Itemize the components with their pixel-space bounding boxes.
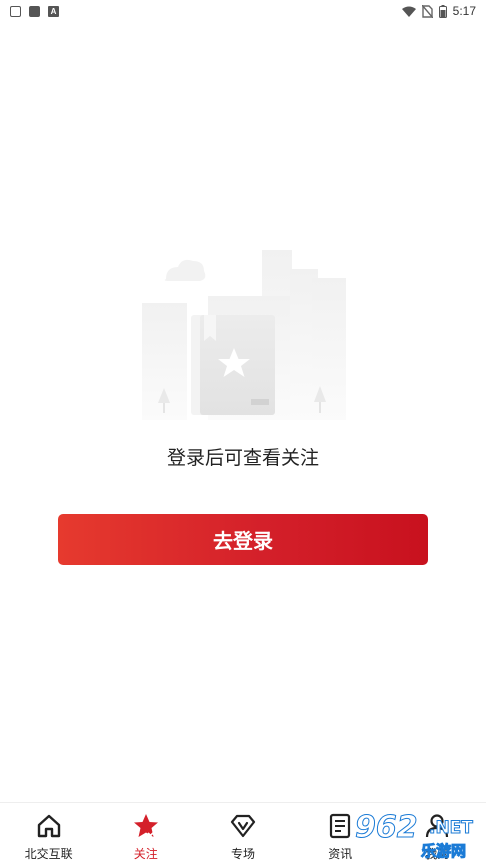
square-icon: [29, 5, 40, 17]
watermark-suffix-text: .NET: [429, 818, 474, 839]
a-badge-icon: A: [48, 5, 59, 17]
tab-label: 北交互联: [24, 847, 73, 861]
status-time: 5:17: [452, 4, 476, 18]
status-right-icons: 5:17: [401, 4, 476, 18]
tab-label: 专场: [231, 847, 256, 861]
empty-state-message: 登录后可查看关注: [166, 448, 319, 469]
login-button[interactable]: 去登录: [58, 514, 428, 565]
watermark-logo-text: 962: [355, 810, 419, 846]
tab-label: 资讯: [328, 847, 353, 861]
v-badge-icon: [230, 814, 256, 838]
star-icon: [133, 814, 158, 837]
tab-special[interactable]: 专场: [194, 803, 291, 864]
status-left-icons: A: [10, 5, 59, 17]
empty-follow-illustration: [142, 250, 346, 420]
square-icon: [10, 5, 21, 17]
no-sim-icon: [421, 4, 433, 18]
site-watermark: 962 .NET 乐游网: [355, 810, 481, 861]
tab-follow[interactable]: 关注: [97, 803, 194, 864]
status-bar: A 5:17: [0, 0, 486, 22]
battery-icon: [438, 4, 447, 18]
tab-home[interactable]: 北交互联: [0, 803, 97, 864]
tab-label: 关注: [133, 847, 158, 861]
news-icon: [330, 813, 351, 839]
watermark-sub-text: 乐游网: [420, 842, 467, 861]
wifi-icon: [401, 6, 416, 17]
home-icon: [37, 814, 60, 838]
